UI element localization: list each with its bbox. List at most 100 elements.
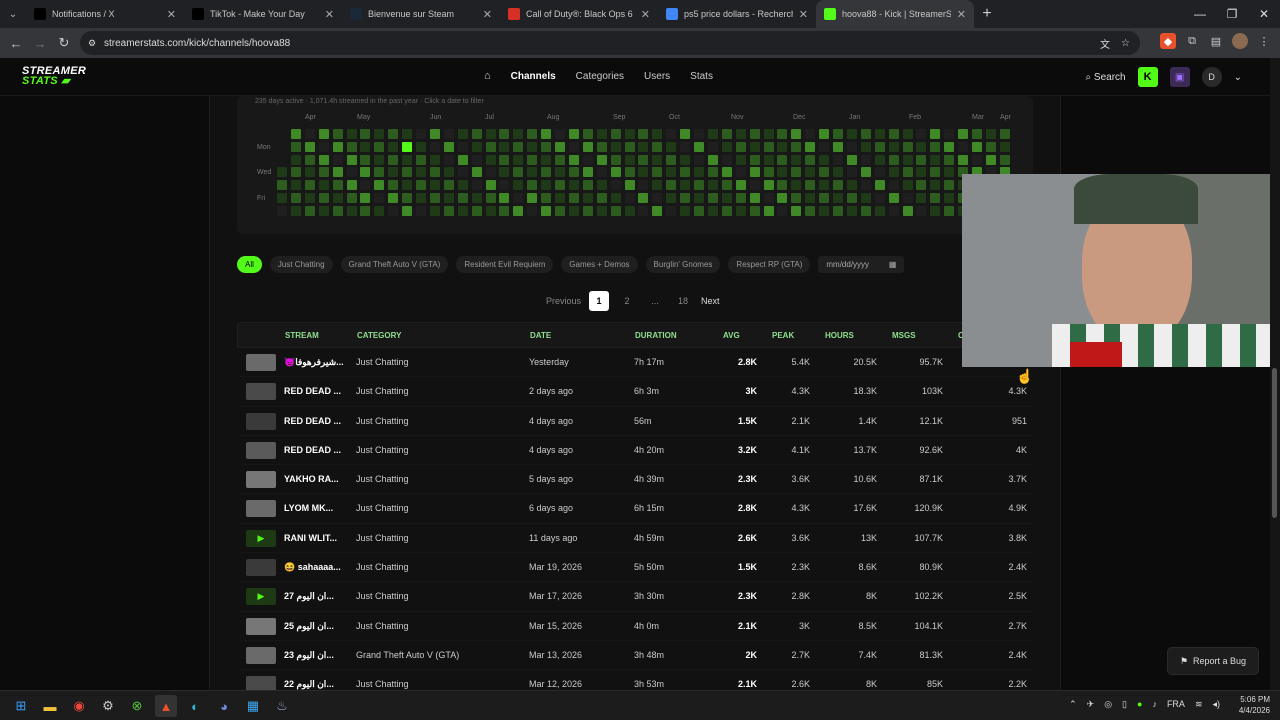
page-18[interactable]: 18 bbox=[673, 291, 693, 311]
stream-thumbnail[interactable] bbox=[246, 559, 276, 577]
heatmap-day-cell[interactable] bbox=[471, 129, 482, 139]
discord-icon[interactable]: ◕ bbox=[213, 695, 235, 717]
browser-tab[interactable]: Notifications / X ✕ bbox=[26, 0, 184, 28]
restore-icon[interactable]: ❐ bbox=[1216, 0, 1248, 28]
heatmap-day-cell[interactable] bbox=[944, 180, 955, 191]
heatmap-day-cell[interactable] bbox=[346, 205, 357, 216]
heatmap-day-cell[interactable] bbox=[749, 205, 760, 216]
heatmap-day-cell[interactable] bbox=[429, 205, 440, 216]
cell-stream[interactable]: YAKHO RA... bbox=[284, 474, 339, 484]
cell-stream[interactable]: 😈شيرفرهوفا... bbox=[284, 357, 344, 368]
heatmap-day-cell[interactable] bbox=[819, 129, 830, 139]
heatmap-day-cell[interactable] bbox=[290, 167, 301, 178]
heatmap-day-cell[interactable] bbox=[874, 141, 885, 152]
stream-thumbnail[interactable]: ▶ bbox=[246, 529, 276, 547]
settings-icon[interactable]: ⚙ bbox=[97, 695, 119, 717]
heatmap-day-cell[interactable] bbox=[791, 180, 802, 191]
bookmark-star-icon[interactable]: ☆ bbox=[1121, 38, 1130, 49]
heatmap-day-cell[interactable] bbox=[680, 193, 691, 203]
table-row[interactable]: 😆 sahaaaa... Just Chatting Mar 19, 2026 5h … bbox=[237, 553, 1033, 583]
heatmap-day-cell[interactable] bbox=[332, 154, 343, 165]
heatmap-day-cell[interactable] bbox=[735, 205, 746, 216]
heatmap-day-cell[interactable] bbox=[819, 154, 830, 165]
heatmap-day-cell[interactable] bbox=[874, 193, 885, 203]
menu-icon[interactable]: ⋮ bbox=[1256, 33, 1272, 49]
heatmap-day-cell[interactable] bbox=[513, 180, 524, 191]
heatmap-day-cell[interactable] bbox=[499, 154, 510, 165]
heatmap-day-cell[interactable] bbox=[819, 193, 830, 203]
heatmap-day-cell[interactable] bbox=[555, 167, 565, 178]
reload-icon[interactable]: ↻ bbox=[52, 31, 76, 55]
heatmap-day-cell[interactable] bbox=[680, 167, 691, 178]
table-row[interactable]: LYOM MK... Just Chatting 6 days ago 6h 15m 2… bbox=[237, 494, 1033, 524]
translate-icon[interactable]: 文 bbox=[1100, 36, 1110, 51]
heatmap-day-cell[interactable] bbox=[388, 205, 399, 216]
heatmap-day-cell[interactable] bbox=[443, 167, 454, 178]
brave-shield-icon[interactable]: ◆ bbox=[1160, 33, 1176, 49]
heatmap-day-cell[interactable] bbox=[958, 154, 969, 165]
heatmap-day-cell[interactable] bbox=[596, 205, 607, 216]
heatmap-day-cell[interactable] bbox=[944, 129, 955, 139]
heatmap-day-cell[interactable] bbox=[513, 154, 524, 165]
heatmap-day-cell[interactable] bbox=[888, 167, 899, 178]
heatmap-day-cell[interactable] bbox=[985, 141, 996, 152]
heatmap-day-cell[interactable] bbox=[388, 129, 399, 139]
heatmap-day-cell[interactable] bbox=[471, 141, 482, 152]
heatmap-day-cell[interactable] bbox=[499, 205, 510, 216]
heatmap-day-cell[interactable] bbox=[916, 141, 927, 152]
heatmap-day-cell[interactable] bbox=[402, 129, 413, 139]
heatmap-day-cell[interactable] bbox=[805, 129, 816, 139]
heatmap-day-cell[interactable] bbox=[332, 205, 343, 216]
heatmap-day-cell[interactable] bbox=[777, 129, 788, 139]
heatmap-day-cell[interactable] bbox=[888, 205, 899, 216]
heatmap-day-cell[interactable] bbox=[610, 180, 621, 191]
heatmap-day-cell[interactable] bbox=[763, 141, 774, 152]
heatmap-day-cell[interactable] bbox=[652, 205, 663, 216]
tab-close-icon[interactable]: ✕ bbox=[957, 8, 966, 21]
page-scrollbar[interactable] bbox=[1270, 58, 1280, 690]
kick-platform-icon[interactable]: K bbox=[1137, 67, 1158, 87]
filter-chip[interactable]: Grand Theft Auto V (GTA) bbox=[340, 256, 449, 273]
heatmap-day-cell[interactable] bbox=[666, 141, 677, 152]
heatmap-day-cell[interactable] bbox=[374, 193, 385, 203]
column-header[interactable]: STREAM bbox=[285, 331, 319, 340]
heatmap-day-cell[interactable] bbox=[777, 141, 788, 152]
heatmap-day-cell[interactable] bbox=[860, 205, 871, 216]
forward-icon[interactable]: → bbox=[28, 31, 52, 55]
heatmap-day-cell[interactable] bbox=[318, 154, 329, 165]
heatmap-day-cell[interactable] bbox=[290, 193, 301, 203]
filter-chip[interactable]: All bbox=[237, 256, 262, 273]
heatmap-day-cell[interactable] bbox=[416, 180, 426, 191]
heatmap-day-cell[interactable] bbox=[457, 141, 468, 152]
heatmap-day-cell[interactable] bbox=[749, 180, 760, 191]
heatmap-day-cell[interactable] bbox=[735, 193, 746, 203]
column-header[interactable]: DURATION bbox=[635, 331, 677, 340]
heatmap-day-cell[interactable] bbox=[652, 154, 663, 165]
heatmap-day-cell[interactable] bbox=[610, 129, 621, 139]
notes-icon[interactable]: ▦ bbox=[242, 695, 264, 717]
heatmap-day-cell[interactable] bbox=[596, 193, 607, 203]
heatmap-day-cell[interactable] bbox=[721, 193, 732, 203]
heatmap-day-cell[interactable] bbox=[930, 205, 941, 216]
volume-icon[interactable]: ◂) bbox=[1212, 699, 1220, 710]
heatmap-day-cell[interactable] bbox=[388, 180, 399, 191]
heatmap-day-cell[interactable] bbox=[374, 205, 385, 216]
heatmap-day-cell[interactable] bbox=[666, 180, 677, 191]
heatmap-day-cell[interactable] bbox=[374, 129, 385, 139]
heatmap-day-cell[interactable] bbox=[652, 141, 663, 152]
heatmap-day-cell[interactable] bbox=[485, 154, 496, 165]
heatmap-day-cell[interactable] bbox=[290, 154, 301, 165]
heatmap-day-cell[interactable] bbox=[916, 205, 927, 216]
heatmap-day-cell[interactable] bbox=[652, 167, 663, 178]
heatmap-day-cell[interactable] bbox=[888, 193, 899, 203]
stream-thumbnail[interactable] bbox=[246, 676, 276, 690]
tray-green-icon[interactable]: ● bbox=[1137, 699, 1142, 710]
heatmap-day-cell[interactable] bbox=[332, 129, 343, 139]
heatmap-day-cell[interactable] bbox=[332, 180, 343, 191]
heatmap-day-cell[interactable] bbox=[346, 129, 357, 139]
table-row[interactable]: 23 ان اليوم... Grand Theft Auto V (GTA) Ma… bbox=[237, 641, 1033, 671]
heatmap-day-cell[interactable] bbox=[763, 180, 774, 191]
heatmap-day-cell[interactable] bbox=[596, 167, 607, 178]
nav-categories[interactable]: Categories bbox=[576, 71, 624, 82]
user-avatar[interactable]: D bbox=[1201, 67, 1222, 87]
